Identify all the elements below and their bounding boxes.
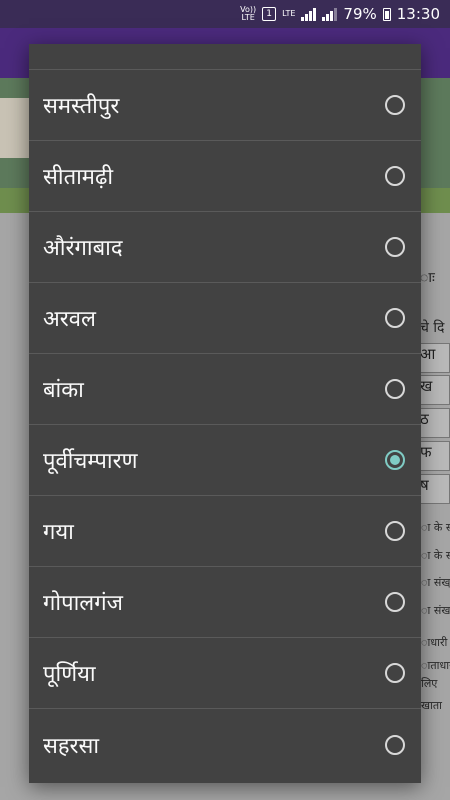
district-option[interactable]: अरवल xyxy=(29,283,421,354)
district-option[interactable]: गोपालगंज xyxy=(29,567,421,638)
radio-button-icon[interactable] xyxy=(385,166,405,186)
district-option-label: अरवल xyxy=(43,307,96,332)
district-option-selected[interactable]: पूर्वीचम्पारण xyxy=(29,425,421,496)
district-option-label: पूर्णिया xyxy=(43,662,96,687)
district-option-label: सहरसा xyxy=(43,733,100,759)
radio-button-icon[interactable] xyxy=(385,379,405,399)
radio-button-icon[interactable] xyxy=(385,521,405,541)
district-option-label: गया xyxy=(43,520,74,545)
district-option-label: समस्तीपुर xyxy=(43,94,120,119)
radio-button-icon[interactable] xyxy=(385,308,405,328)
bg-label-a: ाः xyxy=(420,270,435,286)
district-option[interactable]: सीतामढ़ी xyxy=(29,141,421,212)
bg-text: लिए xyxy=(421,677,438,690)
radio-button-icon[interactable] xyxy=(385,95,405,115)
district-option[interactable]: औरंगाबाद xyxy=(29,212,421,283)
radio-button-icon[interactable] xyxy=(385,237,405,257)
signal-2-icon xyxy=(322,7,338,21)
volte-indicator: Vo)) LTE xyxy=(240,6,256,22)
district-option[interactable]: समस्तीपुर xyxy=(29,70,421,141)
clock: 13:30 xyxy=(396,5,440,23)
volte-lte-text: LTE xyxy=(241,13,255,22)
district-option-label: बांका xyxy=(43,378,84,403)
signal-icon xyxy=(301,7,317,21)
district-option-label: सीतामढ़ी xyxy=(43,165,114,190)
district-select-dialog: समस्तीपुर सीतामढ़ी औरंगाबाद अरवल बांका प… xyxy=(29,44,421,783)
district-option-label: औरंगाबाद xyxy=(43,236,123,261)
bg-text: खाता xyxy=(421,699,442,712)
district-option-label: पूर्वीचम्पारण xyxy=(43,449,138,474)
bg-text: ाधारी xyxy=(421,636,448,649)
district-option[interactable]: बांका xyxy=(29,354,421,425)
radio-button-icon[interactable] xyxy=(385,592,405,612)
bg-label-b: चे दि xyxy=(420,320,445,336)
radio-button-checked-icon[interactable] xyxy=(385,450,405,470)
district-option[interactable]: सहरसा xyxy=(29,709,421,780)
bg-text: ा के स xyxy=(421,521,450,534)
district-option-label: गोपालगंज xyxy=(43,591,123,616)
bg-text: ा संख xyxy=(421,604,450,617)
banner-logo xyxy=(0,98,30,158)
bg-text: ा के स xyxy=(421,549,450,562)
radio-button-icon[interactable] xyxy=(385,663,405,683)
district-option[interactable]: गया xyxy=(29,496,421,567)
battery-percent: 79% xyxy=(343,5,377,23)
status-bar: Vo)) LTE 1 LTE 79% 13:30 xyxy=(0,0,450,28)
lte-indicator: LTE xyxy=(282,9,296,18)
district-option[interactable]: पूर्णिया xyxy=(29,638,421,709)
battery-icon xyxy=(382,7,391,21)
bg-text: ाताधारी xyxy=(421,659,450,672)
district-option[interactable] xyxy=(29,44,421,70)
radio-button-icon[interactable] xyxy=(385,734,405,755)
bg-text: ा संख् xyxy=(421,576,450,589)
sim-slot-icon: 1 xyxy=(262,7,277,21)
